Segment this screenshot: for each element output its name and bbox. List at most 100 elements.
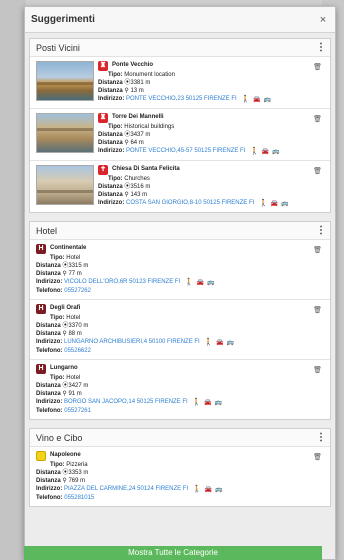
list-item[interactable]: 🗑 ✝ Chiesa Di Santa Felicita Tipo: Churc… [30, 161, 330, 212]
list-item[interactable]: 🗑 H Degli Orafi Tipo: Hotel Distanza ⦿33… [30, 300, 330, 360]
section-hotel: Hotel ⋮ 🗑 H Continentale Tipo: Hotel Dis… [29, 221, 331, 420]
trash-icon[interactable]: 🗑 [313, 366, 322, 374]
section-header: Vino e Cibo ⋮ [30, 429, 330, 447]
suggestions-modal: Suggerimenti × Posti Vicini ⋮ 🗑 ♜ Ponte … [24, 6, 336, 560]
trash-icon[interactable]: 🗑 [313, 453, 322, 461]
section-header: Hotel ⋮ [30, 222, 330, 240]
list-item[interactable]: 🗑 H Continentale Tipo: Hotel Distanza ⦿3… [30, 240, 330, 300]
walking-icon[interactable]: 🚶 [193, 486, 202, 494]
map-pin-icon: ⚲ [124, 88, 129, 94]
close-icon[interactable]: × [317, 14, 329, 26]
phone-link[interactable]: 055281015 [64, 495, 94, 501]
car-icon[interactable]: 🚘 [271, 200, 278, 208]
trash-icon[interactable]: 🗑 [313, 167, 322, 175]
car-icon[interactable]: 🚘 [204, 399, 211, 407]
distance-walk: 3516 m [130, 184, 151, 190]
place-name: Ponte Vecchio [112, 62, 154, 68]
list-item[interactable]: 🗑 ♜ Torre Dei Mannelli Tipo: Historical … [30, 109, 330, 161]
more-options-icon[interactable]: ⋮ [316, 225, 326, 236]
distance-straight: 769 m [68, 478, 86, 484]
walking-icon[interactable]: 🚶 [259, 200, 268, 208]
address-link[interactable]: PONTE VECCHIO,23 50125 FIRENZE FI [126, 96, 237, 102]
address-link[interactable]: VICOLO DELL'ORO,6R 50123 FIRENZE FI [64, 279, 180, 285]
trash-icon[interactable]: 🗑 [313, 63, 322, 71]
walking-icon[interactable]: 🚶 [250, 148, 259, 156]
hotel-icon: H [36, 304, 46, 314]
distance-straight: 13 m [130, 88, 144, 94]
hotel-icon: H [36, 244, 46, 254]
trash-icon[interactable]: 🗑 [313, 115, 322, 123]
distance-straight: 143 m [130, 192, 148, 198]
distance-straight: 91 m [68, 391, 82, 397]
section-title: Hotel [36, 225, 58, 236]
bus-icon[interactable]: 🚌 [281, 200, 288, 208]
place-name: Degli Orafi [50, 305, 81, 311]
modal-body: Posti Vicini ⋮ 🗑 ♜ Ponte Vecchio Tipo: M… [25, 34, 335, 559]
map-pin-icon: ⚲ [124, 192, 129, 198]
more-options-icon[interactable]: ⋮ [316, 42, 326, 53]
bus-icon[interactable]: 🚌 [227, 339, 234, 347]
phone-link[interactable]: 05527262 [64, 288, 91, 294]
bus-icon[interactable]: 🚌 [215, 399, 222, 407]
modal-title: Suggerimenti [31, 14, 95, 25]
section-posti-vicini: Posti Vicini ⋮ 🗑 ♜ Ponte Vecchio Tipo: M… [29, 38, 331, 213]
trash-icon[interactable]: 🗑 [313, 246, 322, 254]
place-type: Churches [124, 176, 150, 182]
church-icon: ✝ [98, 165, 108, 175]
distance-straight: 77 m [68, 271, 82, 277]
list-item[interactable]: 🗑 Napoleone Tipo: Pizzeria Distanza ⦿335… [30, 447, 330, 506]
car-icon[interactable]: 🚘 [197, 279, 204, 287]
distance-straight: 64 m [130, 140, 144, 146]
list-item[interactable]: 🗑 ♜ Ponte Vecchio Tipo: Monument locatio… [30, 57, 330, 109]
walking-icon[interactable]: 🚶 [204, 339, 213, 347]
more-options-icon[interactable]: ⋮ [316, 432, 326, 443]
bus-icon[interactable]: 🚌 [207, 279, 214, 287]
address-link[interactable]: PONTE VECCHIO,45-57 50125 FIRENZE FI [126, 148, 245, 154]
place-type: Historical buildings [124, 124, 175, 130]
walking-icon[interactable]: 🚶 [192, 399, 201, 407]
distance-walk: 3370 m [68, 323, 89, 329]
car-icon[interactable]: 🚘 [262, 148, 269, 156]
phone-link[interactable]: 05526622 [64, 348, 91, 354]
distance-walk: 3427 m [68, 383, 89, 389]
address-link[interactable]: LUNGARNO ARCHIBUSIERI,4 50100 FIRENZE FI [64, 339, 200, 345]
place-name: Torre Dei Mannelli [112, 114, 164, 120]
distance-walk: 3437 m [130, 132, 151, 138]
phone-link[interactable]: 05527261 [64, 408, 91, 414]
trash-icon[interactable]: 🗑 [313, 306, 322, 314]
map-pin-icon: ⚲ [62, 391, 67, 397]
walking-icon[interactable]: 🚶 [241, 96, 250, 104]
place-type: Monument location [124, 72, 175, 78]
car-icon[interactable]: 🚘 [253, 96, 260, 104]
walking-icon[interactable]: 🚶 [185, 279, 194, 287]
place-type: Hotel [66, 255, 81, 261]
bus-icon[interactable]: 🚌 [264, 96, 271, 104]
bus-icon[interactable]: 🚌 [215, 486, 222, 494]
map-pin-icon: ⚲ [62, 331, 67, 337]
address-link[interactable]: COSTA SAN GIORGIO,8-10 50125 FIRENZE FI [126, 200, 254, 206]
place-name: Napoleone [50, 452, 81, 458]
distance-walk: 3381 m [130, 80, 151, 86]
section-header: Posti Vicini ⋮ [30, 39, 330, 57]
monument-icon: ♜ [98, 61, 108, 71]
car-icon[interactable]: 🚘 [216, 339, 223, 347]
backdrop-shade-left [0, 0, 26, 560]
car-icon[interactable]: 🚘 [205, 486, 212, 494]
historic-building-icon: ♜ [98, 113, 108, 123]
place-type: Pizzeria [66, 462, 88, 468]
distance-walk: 3353 m [68, 470, 89, 476]
address-link[interactable]: BORGO SAN JACOPO,14 50125 FIRENZE FI [64, 399, 188, 405]
section-vino-e-cibo: Vino e Cibo ⋮ 🗑 Napoleone Tipo: Pizzeria… [29, 428, 331, 507]
place-type: Hotel [66, 375, 81, 381]
section-title: Posti Vicini [36, 42, 80, 53]
distance-walk: 3315 m [68, 263, 89, 269]
place-photo [36, 61, 94, 101]
map-pin-icon: ⚲ [124, 140, 129, 146]
show-all-categories-button[interactable]: Mostra Tutte le Categorie [24, 546, 322, 560]
place-name: Chiesa Di Santa Felicita [112, 166, 180, 172]
modal-header: Suggerimenti × [25, 7, 335, 33]
place-name: Lungarno [50, 365, 78, 371]
bus-icon[interactable]: 🚌 [272, 148, 279, 156]
address-link[interactable]: PIAZZA DEL CARMINE,24 50124 FIRENZE FI [64, 486, 188, 492]
list-item[interactable]: 🗑 H Lungarno Tipo: Hotel Distanza ⦿3427 … [30, 360, 330, 419]
